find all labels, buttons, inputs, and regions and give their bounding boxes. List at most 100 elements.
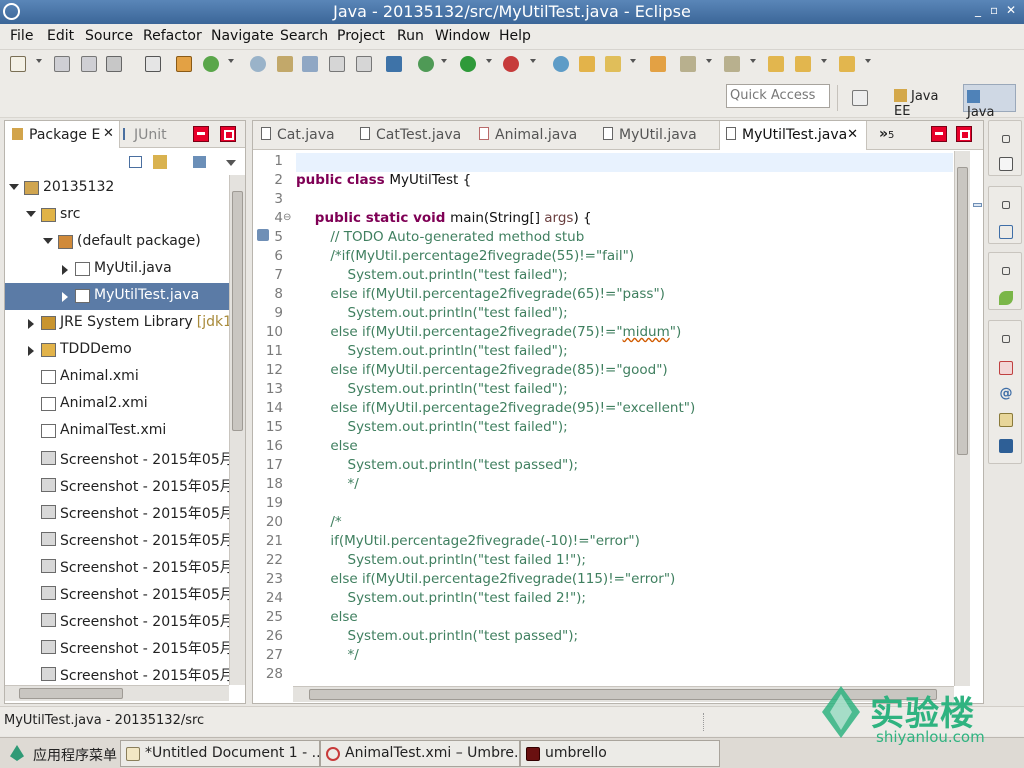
code-line[interactable]: System.out.println("test failed"); <box>296 267 567 286</box>
external-tools-dropdown-icon[interactable] <box>530 59 536 63</box>
code-line[interactable]: else if(MyUtil.percentage2fivegrade(95)!… <box>296 400 695 419</box>
editor-vertical-scrollbar[interactable] <box>954 151 970 686</box>
code-line[interactable]: System.out.println("test passed"); <box>296 457 578 476</box>
menu-help[interactable]: Help <box>499 28 531 44</box>
minimize-view-icon[interactable] <box>193 126 209 142</box>
open-perspective-icon[interactable] <box>553 56 569 72</box>
editor-tab-myutiltest[interactable]: MyUtilTest.java ✕ <box>719 121 867 150</box>
next-annotation-icon[interactable] <box>680 56 696 72</box>
run-icon[interactable] <box>460 56 476 72</box>
maximize-view-icon[interactable] <box>220 126 236 142</box>
code-line[interactable]: if(MyUtil.percentage2fivegrade(-10)!="er… <box>296 533 640 552</box>
pin-icon[interactable] <box>386 56 402 72</box>
menu-window[interactable]: Window <box>435 28 490 44</box>
tree-horizontal-scroll-thumb[interactable] <box>19 688 123 699</box>
hierarchy-icon[interactable] <box>999 291 1013 305</box>
new-icon[interactable] <box>10 56 26 72</box>
menu-source[interactable]: Source <box>85 28 133 44</box>
menu-file[interactable]: File <box>10 28 33 44</box>
task-umbrello-animaltest[interactable]: AnimalTest.xmi – Umbre... <box>320 740 520 767</box>
code-line[interactable]: */ <box>296 647 358 666</box>
focus-task-icon[interactable] <box>193 156 206 168</box>
restore-icon[interactable] <box>1002 135 1010 143</box>
minimize-editor-icon[interactable] <box>931 126 947 142</box>
code-line[interactable]: else if(MyUtil.percentage2fivegrade(65)!… <box>296 286 665 305</box>
tree-item[interactable]: Screenshot - 2015年05月0 <box>5 553 229 580</box>
binary-icon[interactable] <box>145 56 161 72</box>
task-untitled-document[interactable]: *Untitled Document 1 - ... <box>120 740 320 767</box>
menu-project[interactable]: Project <box>337 28 385 44</box>
tree-item[interactable]: Screenshot - 2015年05月0 <box>5 580 229 607</box>
declaration-icon[interactable] <box>999 413 1013 427</box>
code-line[interactable]: System.out.println("test passed"); <box>296 628 578 647</box>
tree-item[interactable]: Screenshot - 2015年05月0 <box>5 526 229 553</box>
code-line[interactable]: System.out.println("test failed"); <box>296 343 567 362</box>
tree-item[interactable]: (default package) <box>5 229 229 256</box>
expand-icon[interactable] <box>28 346 34 356</box>
debug-dropdown-icon[interactable] <box>441 59 447 63</box>
whitespace-icon[interactable] <box>356 56 372 72</box>
previous-annotation-icon[interactable] <box>724 56 740 72</box>
code-line[interactable]: else <box>296 438 357 457</box>
code-line[interactable]: else if(MyUtil.percentage2fivegrade(115)… <box>296 571 675 590</box>
back-icon[interactable] <box>795 56 811 72</box>
tree-item[interactable]: src <box>5 202 229 229</box>
maximize-button[interactable]: ▫ <box>990 3 998 17</box>
new-class-icon[interactable] <box>203 56 219 72</box>
tree-item[interactable]: 20135132 <box>5 175 229 202</box>
tree-item[interactable]: Animal.xmi <box>5 364 229 391</box>
code-line[interactable]: System.out.println("test failed 1!"); <box>296 552 585 571</box>
last-edit-location-icon[interactable] <box>768 56 784 72</box>
code-line[interactable]: else <box>296 609 357 628</box>
code-line[interactable] <box>296 153 953 172</box>
tree-item[interactable]: Screenshot - 2015年05月0 <box>5 499 229 526</box>
minimize-button[interactable]: _ <box>975 3 981 17</box>
save-all-icon[interactable] <box>81 56 97 72</box>
more-tabs-button[interactable]: »5 <box>879 126 894 142</box>
forward-icon[interactable] <box>839 56 855 72</box>
outline-icon[interactable] <box>999 225 1013 239</box>
code-line[interactable]: /* <box>296 514 341 533</box>
code-line[interactable]: System.out.println("test failed"); <box>296 381 567 400</box>
task-umbrello[interactable]: umbrello <box>520 740 720 767</box>
code-line[interactable]: */ <box>296 476 358 495</box>
new-class-dropdown-icon[interactable] <box>228 59 234 63</box>
annotation-icon[interactable] <box>605 56 621 72</box>
task-marker-icon[interactable] <box>257 229 269 241</box>
open-folder-icon[interactable] <box>579 56 595 72</box>
forward-dropdown-icon[interactable] <box>865 59 871 63</box>
run-dropdown-icon[interactable] <box>486 59 492 63</box>
perspective-java-ee[interactable]: Java EE <box>894 84 962 119</box>
debug-icon[interactable] <box>418 56 434 72</box>
open-task-icon[interactable] <box>650 56 666 72</box>
editor-tab-cattest[interactable]: CatTest.java <box>360 121 472 150</box>
expand-icon[interactable] <box>28 319 34 329</box>
tree-vertical-scrollbar[interactable] <box>229 175 245 685</box>
new-dropdown-icon[interactable] <box>36 59 42 63</box>
code-line[interactable]: System.out.println("test failed"); <box>296 419 567 438</box>
code-line[interactable]: else if(MyUtil.percentage2fivegrade(85)!… <box>296 362 667 381</box>
tree-item[interactable]: Screenshot - 2015年05月0 <box>5 607 229 634</box>
restore-icon[interactable] <box>1002 335 1010 343</box>
code-line[interactable]: public static void main(String[] args) { <box>296 210 592 229</box>
fold-toggle-icon[interactable]: ⊖ <box>283 212 291 223</box>
menu-edit[interactable]: Edit <box>47 28 74 44</box>
tab-package-explorer[interactable]: Package E ✕ <box>5 121 120 148</box>
collapse-icon[interactable] <box>43 238 53 244</box>
tree-item[interactable]: Screenshot - 2015年05月0 <box>5 472 229 499</box>
tree-item[interactable]: Animal2.xmi <box>5 391 229 418</box>
code-line[interactable]: /*if(MyUtil.percentage2fivegrade(55)!="f… <box>296 248 634 267</box>
console-icon[interactable] <box>999 439 1013 453</box>
tree-item[interactable]: Screenshot - 2015年05月0 <box>5 634 229 661</box>
perspective-java[interactable]: Java <box>963 84 1016 120</box>
expand-icon[interactable] <box>62 265 68 275</box>
tree-item[interactable]: AnimalTest.xmi <box>5 418 229 445</box>
quick-access-input[interactable]: Quick Access <box>726 84 830 108</box>
restore-icon[interactable] <box>1002 201 1010 209</box>
back-dropdown-icon[interactable] <box>821 59 827 63</box>
code-line[interactable]: else if(MyUtil.percentage2fivegrade(75)!… <box>296 324 681 343</box>
tree-item[interactable]: Screenshot - 2015年05月0 <box>5 445 229 472</box>
app-menu-button[interactable]: 应用程序菜单 <box>33 745 117 765</box>
tree-item[interactable]: TDDDemo <box>5 337 229 364</box>
code-area[interactable]: public class MyUtilTest { public static … <box>296 151 953 686</box>
